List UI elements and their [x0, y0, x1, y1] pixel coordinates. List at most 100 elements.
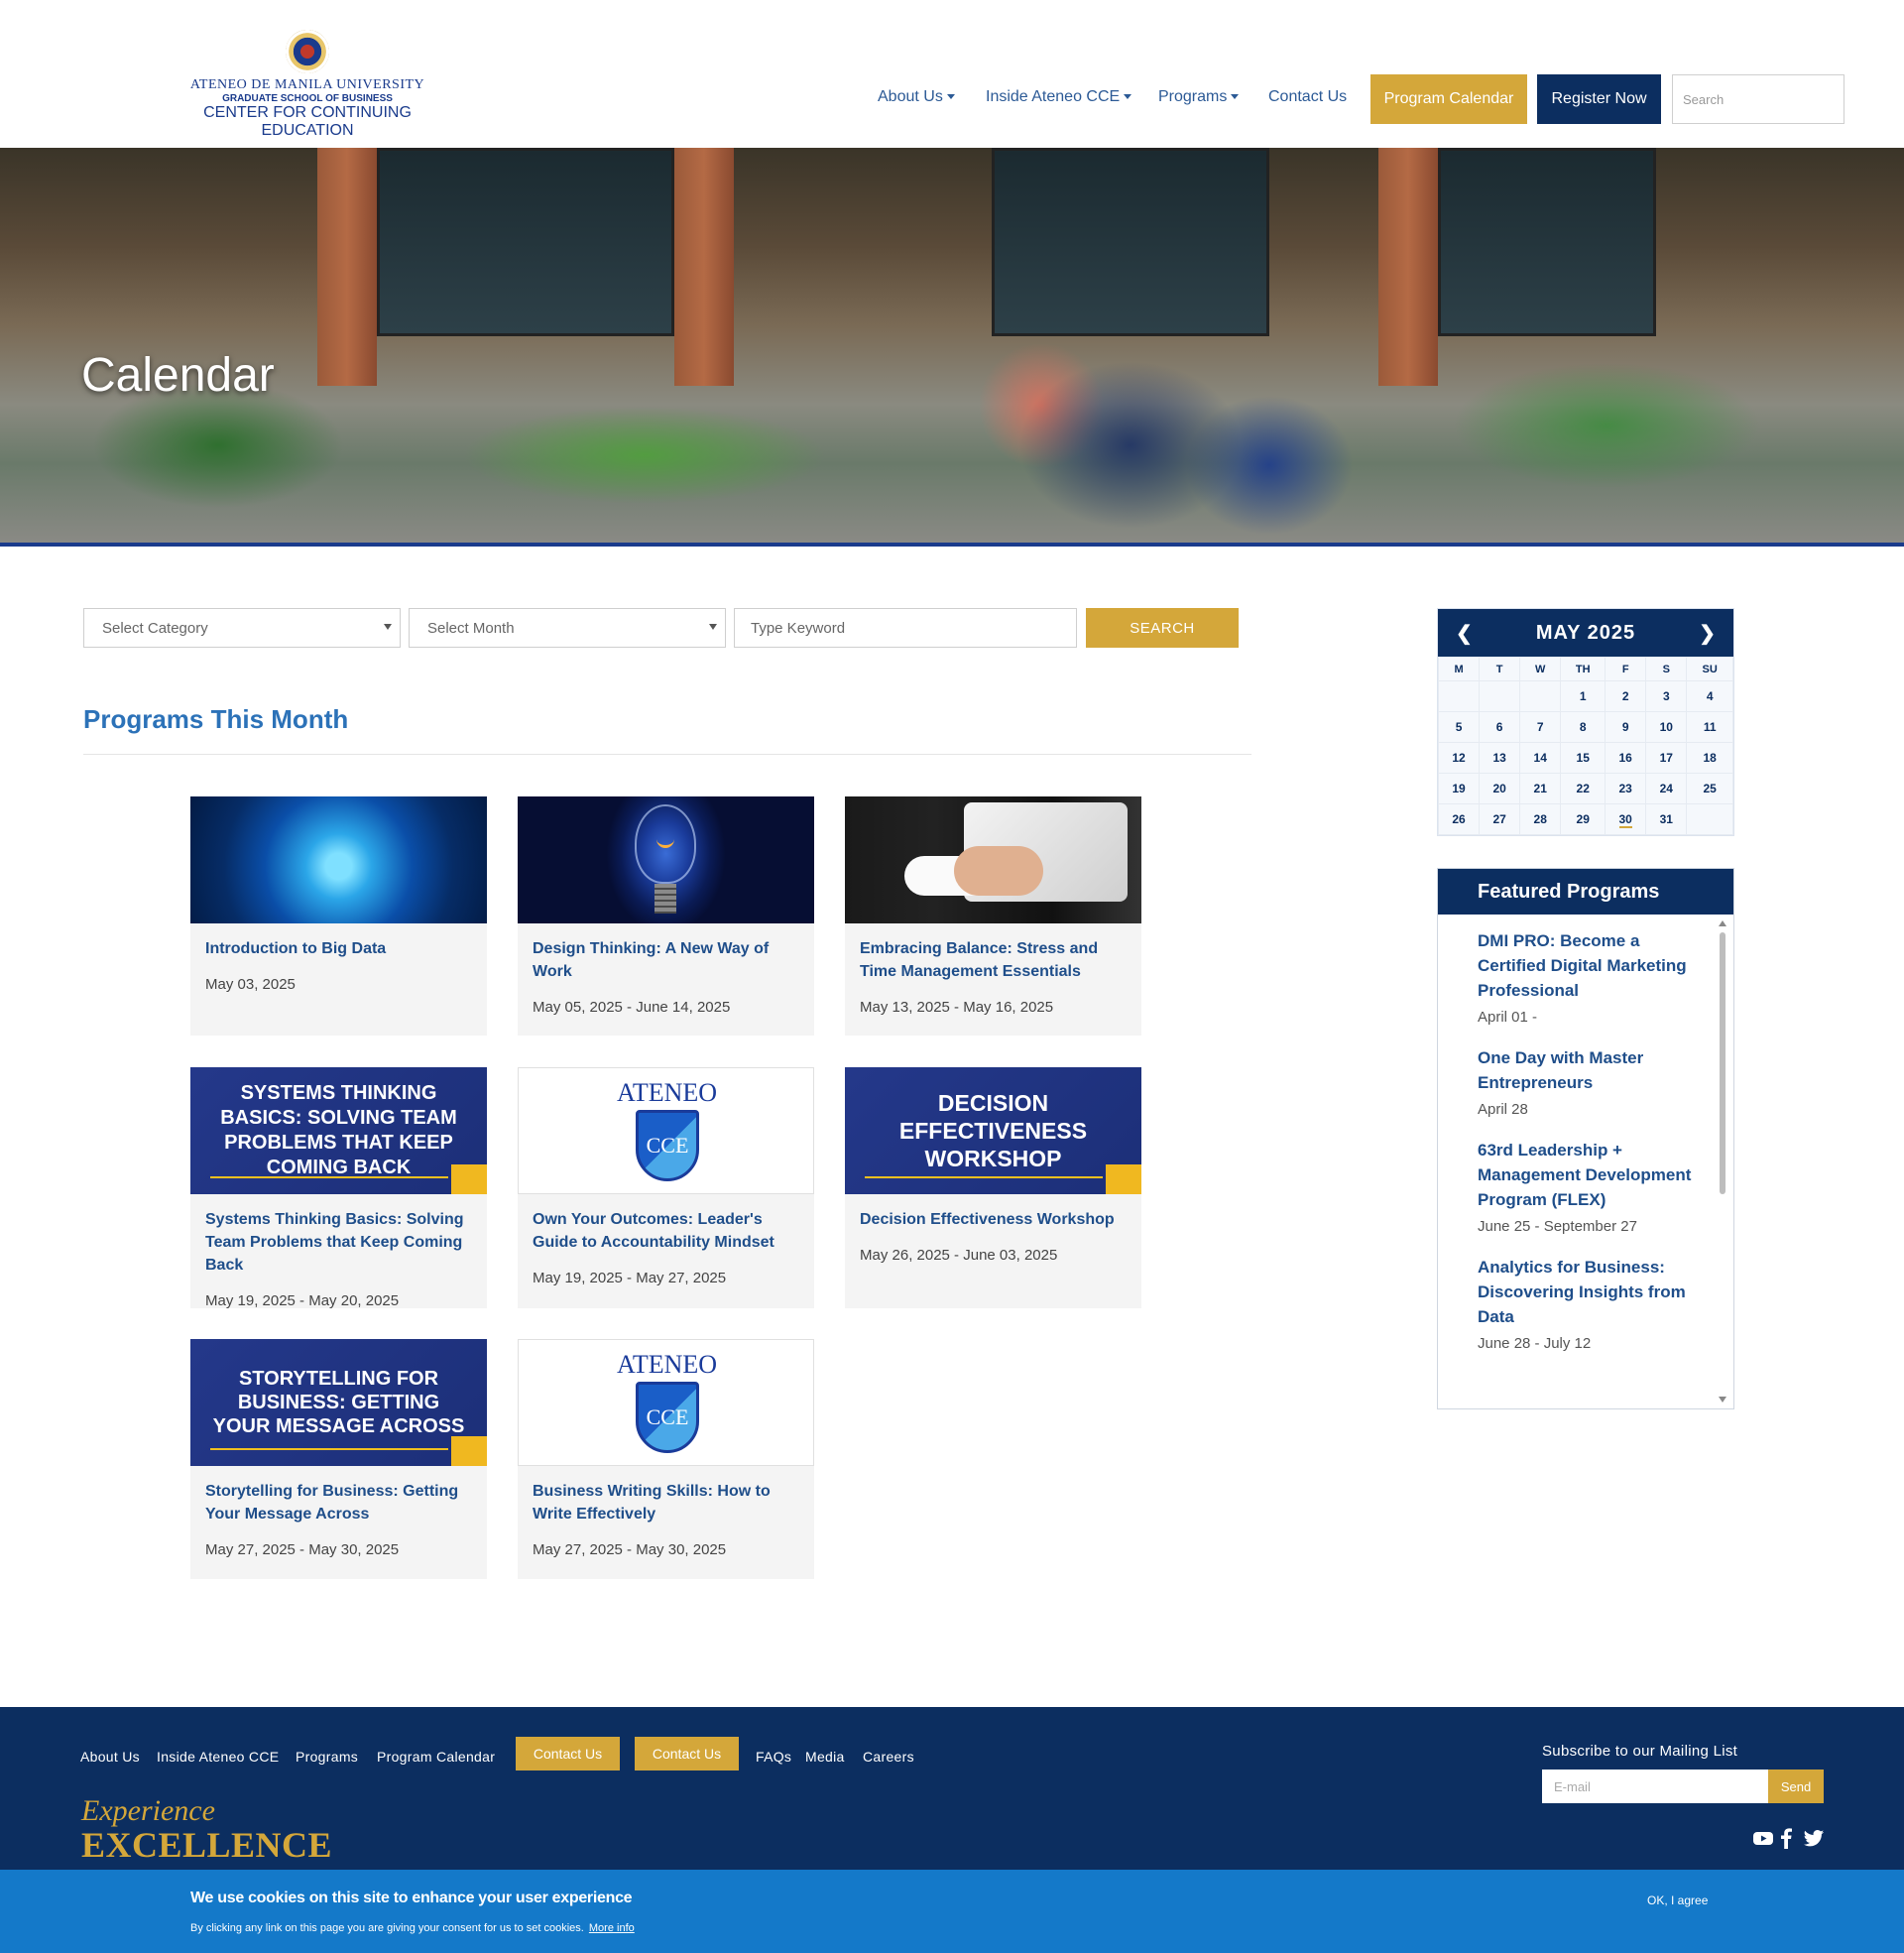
calendar-day[interactable]: 20 [1479, 773, 1521, 804]
keyword-input[interactable]: Type Keyword [734, 608, 1077, 648]
nav-programs[interactable]: Programs [1158, 88, 1240, 106]
featured-program-date: June 25 - September 27 [1478, 1218, 1637, 1235]
calendar-day-number: 30 [1618, 812, 1632, 828]
calendar-day[interactable]: 12 [1437, 742, 1481, 774]
bulb-base-shape [654, 884, 676, 914]
calendar-day[interactable]: 8 [1560, 711, 1606, 743]
program-card-title[interactable]: Systems Thinking Basics: Solving Team Pr… [190, 1194, 487, 1277]
program-card-title[interactable]: Storytelling for Business: Getting Your … [190, 1466, 487, 1526]
footer-contact-us-button[interactable]: Contact Us [635, 1737, 739, 1770]
program-card[interactable]: Design Thinking: A New Way of Work May 0… [518, 796, 814, 1036]
calendar-day[interactable]: 6 [1479, 711, 1521, 743]
calendar-day[interactable]: 14 [1519, 742, 1562, 774]
calendar-day[interactable]: 15 [1560, 742, 1606, 774]
footer-link-program-calendar[interactable]: Program Calendar [377, 1749, 495, 1765]
calendar-day[interactable]: 7 [1519, 711, 1562, 743]
program-card[interactable]: ATENEO CCE Business Writing Skills: How … [518, 1339, 814, 1579]
featured-program-item[interactable]: 63rd Leadership + Management Development… [1478, 1138, 1694, 1235]
program-card[interactable]: Introduction to Big Data May 03, 2025 [190, 796, 487, 1036]
cookie-more-info-link[interactable]: More info [589, 1922, 635, 1934]
twitter-icon[interactable] [1803, 1827, 1825, 1849]
calendar-day[interactable]: 23 [1605, 773, 1647, 804]
banner-underline [865, 1176, 1103, 1178]
calendar-weekday-row: M T W TH F S SU [1437, 657, 1733, 681]
nav-inside-ateneo-cce[interactable]: Inside Ateneo CCE [986, 88, 1132, 106]
calendar-next-arrow-icon[interactable]: ❯ [1699, 621, 1716, 646]
calendar-day-number: 20 [1492, 782, 1506, 795]
nav-contact-us[interactable]: Contact Us [1268, 88, 1347, 106]
month-select[interactable]: Select Month [409, 608, 726, 648]
calendar-day[interactable]: 9 [1605, 711, 1647, 743]
featured-program-item[interactable]: One Day with Master Entrepreneurs April … [1478, 1045, 1694, 1118]
nav-about-us[interactable]: About Us [878, 88, 955, 106]
scroll-down-arrow-icon[interactable] [1719, 1397, 1726, 1403]
calendar-day[interactable]: 10 [1645, 711, 1688, 743]
featured-program-item[interactable]: Analytics for Business: Discovering Insi… [1478, 1255, 1694, 1352]
calendar-day[interactable]: 18 [1686, 742, 1733, 774]
cookie-agree-button[interactable]: OK, I agree [1647, 1893, 1708, 1907]
program-card-title[interactable]: Decision Effectiveness Workshop [845, 1194, 1141, 1231]
calendar-day[interactable]: 22 [1560, 773, 1606, 804]
featured-programs-list[interactable]: DMI PRO: Become a Certified Digital Mark… [1438, 915, 1733, 1352]
footer-link-faqs[interactable]: FAQs [756, 1749, 791, 1765]
site-search-input[interactable]: Search [1672, 74, 1844, 124]
calendar-day[interactable]: 4 [1686, 680, 1733, 712]
calendar-day[interactable]: 16 [1605, 742, 1647, 774]
calendar-prev-arrow-icon[interactable]: ❮ [1456, 621, 1473, 646]
footer-link-programs[interactable]: Programs [296, 1749, 358, 1765]
footer-contact-us-button[interactable]: Contact Us [516, 1737, 620, 1770]
program-calendar-button[interactable]: Program Calendar [1370, 74, 1527, 124]
featured-program-title[interactable]: One Day with Master Entrepreneurs [1478, 1045, 1694, 1095]
experience-excellence-logo: Experience EXCELLENCE [81, 1796, 332, 1865]
calendar-day[interactable]: 21 [1519, 773, 1562, 804]
calendar-day[interactable]: 29 [1560, 803, 1606, 835]
featured-program-item[interactable]: DMI PRO: Become a Certified Digital Mark… [1478, 928, 1694, 1026]
program-card-title[interactable]: Own Your Outcomes: Leader's Guide to Acc… [518, 1194, 814, 1254]
scroll-up-arrow-icon[interactable] [1719, 920, 1726, 926]
youtube-icon[interactable] [1752, 1827, 1774, 1849]
send-button[interactable]: Send [1768, 1770, 1824, 1803]
program-card-title[interactable]: Introduction to Big Data [190, 923, 487, 960]
calendar-day[interactable]: 30 [1605, 803, 1647, 835]
calendar-day[interactable]: 1 [1560, 680, 1606, 712]
program-card[interactable]: Embracing Balance: Stress and Time Manag… [845, 796, 1141, 1036]
featured-program-title[interactable]: 63rd Leadership + Management Development… [1478, 1138, 1694, 1212]
calendar-day[interactable]: 3 [1645, 680, 1688, 712]
calendar-day-number: 31 [1659, 812, 1673, 826]
scrollbar-thumb[interactable] [1720, 932, 1726, 1194]
footer-link-inside-ateneo-cce[interactable]: Inside Ateneo CCE [157, 1749, 279, 1765]
calendar-day[interactable]: 24 [1645, 773, 1688, 804]
program-card[interactable]: STORYTELLING FOR BUSINESS: GETTING YOUR … [190, 1339, 487, 1579]
calendar-day[interactable]: 31 [1645, 803, 1688, 835]
calendar-day[interactable]: 19 [1437, 773, 1481, 804]
program-card[interactable]: ATENEO CCE Own Your Outcomes: Leader's G… [518, 1067, 814, 1308]
footer-link-about-us[interactable]: About Us [80, 1749, 140, 1765]
category-select[interactable]: Select Category [83, 608, 401, 648]
calendar-day[interactable]: 2 [1605, 680, 1647, 712]
footer-link-careers[interactable]: Careers [863, 1749, 914, 1765]
featured-program-title[interactable]: Analytics for Business: Discovering Insi… [1478, 1255, 1694, 1329]
nav-programs-label: Programs [1158, 88, 1228, 105]
calendar-day[interactable]: 17 [1645, 742, 1688, 774]
program-card[interactable]: DECISION EFFECTIVENESS WORKSHOP Decision… [845, 1067, 1141, 1308]
featured-program-title[interactable]: DMI PRO: Become a Certified Digital Mark… [1478, 928, 1694, 1003]
footer-link-media[interactable]: Media [805, 1749, 845, 1765]
calendar-day[interactable]: 25 [1686, 773, 1733, 804]
register-now-button[interactable]: Register Now [1537, 74, 1661, 124]
calendar-weekday-label: TH [1560, 657, 1606, 681]
calendar-day[interactable]: 28 [1519, 803, 1562, 835]
program-card-title[interactable]: Embracing Balance: Stress and Time Manag… [845, 923, 1141, 983]
program-card[interactable]: SYSTEMS THINKING BASICS: SOLVING TEAM PR… [190, 1067, 487, 1309]
calendar-day-number: 25 [1703, 782, 1717, 795]
calendar-day[interactable]: 27 [1479, 803, 1521, 835]
calendar-day[interactable]: 5 [1437, 711, 1481, 743]
email-field[interactable]: E-mail [1542, 1770, 1768, 1803]
program-card-title[interactable]: Design Thinking: A New Way of Work [518, 923, 814, 983]
program-card-title[interactable]: Business Writing Skills: How to Write Ef… [518, 1466, 814, 1526]
search-button[interactable]: SEARCH [1086, 608, 1239, 648]
featured-scrollbar[interactable] [1718, 918, 1727, 1404]
facebook-icon[interactable] [1779, 1827, 1793, 1849]
calendar-day[interactable]: 26 [1437, 803, 1481, 835]
calendar-day[interactable]: 13 [1479, 742, 1521, 774]
calendar-day[interactable]: 11 [1686, 711, 1733, 743]
